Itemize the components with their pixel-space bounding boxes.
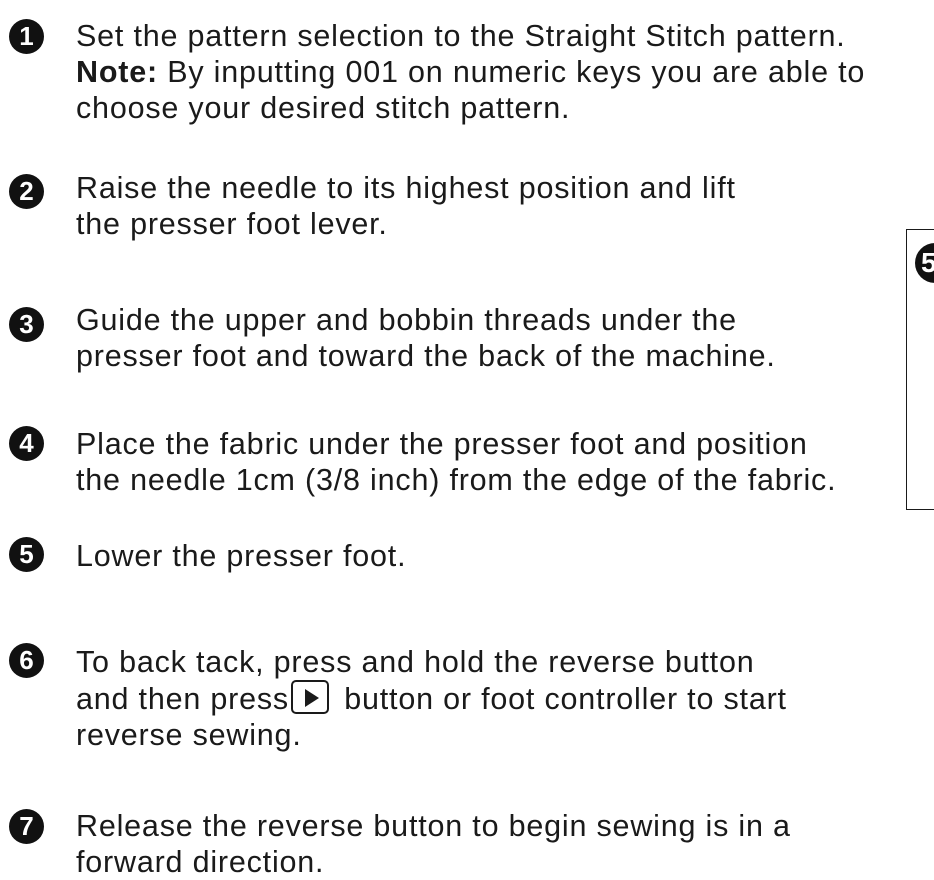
step-line: Lower the presser foot. (76, 539, 407, 573)
step-number-badge: 4 (9, 426, 44, 461)
step-note-line: Note: By inputting 001 on numeric keys y… (76, 54, 934, 90)
note-label: Note: (76, 55, 158, 89)
step-number-badge: 6 (9, 643, 44, 678)
step-line: the presser foot lever. (76, 207, 388, 241)
step-line: the needle 1cm (3/8 inch) from the edge … (76, 463, 837, 497)
step-number-badge: 5 (9, 537, 44, 572)
step-line: Raise the needle to its highest position… (76, 171, 736, 205)
step-line: Release the reverse button to begin sewi… (76, 809, 791, 843)
step-line: presser foot and toward the back of the … (76, 339, 776, 373)
step-text: Raise the needle to its highest position… (76, 170, 934, 242)
step-line: To back tack, press and hold the reverse… (76, 645, 755, 679)
step-line: forward direction. (76, 845, 325, 879)
step-number-badge: 7 (9, 809, 44, 844)
step-line: Set the pattern selection to the Straigh… (76, 19, 846, 53)
step-line: and then press button or foot controller… (76, 680, 934, 717)
step-number-badge: 1 (9, 19, 44, 54)
step-line: Guide the upper and bobbin threads under… (76, 303, 737, 337)
side-step-badge: 5 (915, 243, 934, 283)
step-line-part: and then press (76, 682, 289, 716)
step-text: Release the reverse button to begin sewi… (76, 808, 934, 880)
step-text: To back tack, press and hold the reverse… (76, 644, 934, 753)
note-text: By inputting 001 on numeric keys you are… (157, 55, 866, 89)
step-line-part: button or foot controller to start (334, 682, 787, 716)
play-button-icon (290, 680, 329, 714)
step-line: reverse sewing. (76, 718, 302, 752)
side-panel: 5 (906, 229, 934, 510)
step-text: Guide the upper and bobbin threads under… (76, 302, 934, 374)
step-line: Place the fabric under the presser foot … (76, 427, 808, 461)
step-text: Lower the presser foot. (76, 538, 934, 574)
step-text: Place the fabric under the presser foot … (76, 426, 934, 498)
step-number-badge: 3 (9, 307, 44, 342)
step-text: Set the pattern selection to the Straigh… (76, 18, 934, 126)
step-line: choose your desired stitch pattern. (76, 91, 571, 125)
step-number-badge: 2 (9, 174, 44, 209)
